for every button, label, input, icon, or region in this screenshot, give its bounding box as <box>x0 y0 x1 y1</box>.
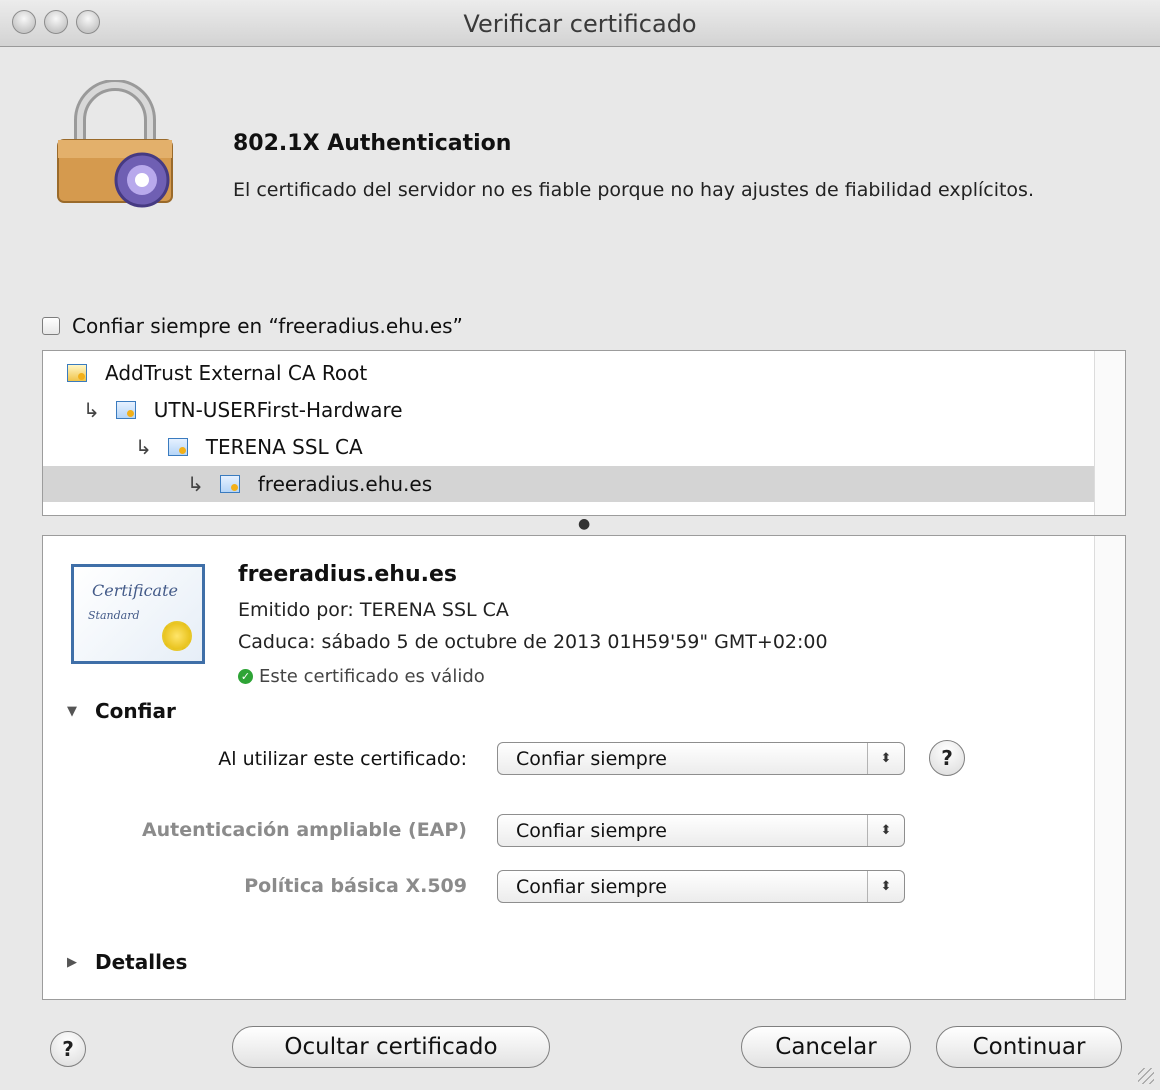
dialog-help-button[interactable]: ? <box>50 1031 86 1067</box>
eap-trust-popup[interactable]: Confiar siempre ⬍ <box>497 814 905 847</box>
certificate-icon-subtext: Standard <box>88 609 140 622</box>
trust-always-label: Confiar siempre en “freeradius.ehu.es” <box>72 314 463 338</box>
splitter-handle-icon[interactable]: ● <box>578 516 590 532</box>
popup-value: Confiar siempre <box>516 819 667 842</box>
certificate-icon <box>219 475 240 493</box>
popup-value: Confiar siempre <box>516 875 667 898</box>
chain-item-intermediate-2[interactable]: ↳ TERENA SSL CA <box>43 429 1125 465</box>
details-section-label: Detalles <box>95 950 188 974</box>
check-circle-icon: ✓ <box>238 669 253 684</box>
child-arrow-icon: ↳ <box>135 435 152 459</box>
continue-button[interactable]: Continuar <box>936 1026 1122 1068</box>
chain-item-leaf[interactable]: ↳ freeradius.ehu.es <box>43 466 1125 502</box>
certificate-icon <box>115 401 136 419</box>
chain-item-label: AddTrust External CA Root <box>105 361 368 385</box>
detail-scrollbar[interactable] <box>1094 536 1125 999</box>
chain-item-label: TERENA SSL CA <box>205 435 363 459</box>
help-button[interactable]: ? <box>929 740 965 776</box>
certificate-status-text: Este certificado es válido <box>259 666 485 687</box>
certificate-icon <box>67 364 87 382</box>
cancel-button[interactable]: Cancelar <box>741 1026 911 1068</box>
trust-disclosure[interactable]: ▼ Confiar <box>67 699 176 723</box>
stepper-arrows-icon: ⬍ <box>867 871 904 902</box>
dialog-message: El certificado del servidor no es fiable… <box>233 179 1034 201</box>
certificate-icon-text: Certificate <box>92 581 178 600</box>
details-disclosure[interactable]: ▶ Detalles <box>67 950 187 974</box>
disclosure-triangle-right-icon[interactable]: ▶ <box>67 955 77 970</box>
chain-item-label: freeradius.ehu.es <box>257 472 433 496</box>
child-arrow-icon: ↳ <box>187 472 204 496</box>
certificate-icon <box>167 438 188 456</box>
dialog-heading: 802.1X Authentication <box>233 131 512 156</box>
trust-always-checkbox[interactable] <box>42 317 60 335</box>
chain-item-label: UTN-USERFirst-Hardware <box>153 398 403 422</box>
trust-usage-label: Al utilizar este certificado: <box>218 748 467 770</box>
certificate-chain-tree[interactable]: AddTrust External CA Root ↳ UTN-USERFirs… <box>42 350 1126 516</box>
certificate-large-icon: Certificate Standard <box>71 564 205 664</box>
x509-trust-label: Política básica X.509 <box>244 875 467 897</box>
popup-value: Confiar siempre <box>516 747 667 770</box>
certificate-name: freeradius.ehu.es <box>238 562 457 587</box>
certificate-expiry: Caduca: sábado 5 de octubre de 2013 01H5… <box>238 631 828 653</box>
padlock-icon <box>57 80 173 208</box>
certificate-detail-panel: Certificate Standard freeradius.ehu.es E… <box>42 535 1126 1000</box>
window-title: Verificar certificado <box>463 10 697 38</box>
child-arrow-icon: ↳ <box>83 398 100 422</box>
hide-certificate-button[interactable]: Ocultar certificado <box>232 1026 550 1068</box>
disclosure-triangle-down-icon[interactable]: ▼ <box>67 704 77 719</box>
chain-item-root[interactable]: AddTrust External CA Root <box>43 355 1119 391</box>
title-bar: Verificar certificado <box>0 0 1160 47</box>
trust-section-label: Confiar <box>95 699 176 723</box>
trust-usage-popup[interactable]: Confiar siempre ⬍ <box>497 742 905 775</box>
x509-trust-popup[interactable]: Confiar siempre ⬍ <box>497 870 905 903</box>
tree-scrollbar[interactable] <box>1094 351 1125 515</box>
seal-icon <box>162 621 192 651</box>
trust-always-checkbox-row[interactable]: Confiar siempre en “freeradius.ehu.es” <box>42 314 463 338</box>
chain-item-intermediate-1[interactable]: ↳ UTN-USERFirst-Hardware <box>43 392 1125 428</box>
eap-trust-label: Autenticación ampliable (EAP) <box>141 819 467 841</box>
stepper-arrows-icon: ⬍ <box>867 743 904 774</box>
certificate-status: ✓ Este certificado es válido <box>238 666 485 687</box>
certificate-issuer: Emitido por: TERENA SSL CA <box>238 599 509 621</box>
stepper-arrows-icon: ⬍ <box>867 815 904 846</box>
resize-grip-icon[interactable] <box>1138 1068 1154 1084</box>
